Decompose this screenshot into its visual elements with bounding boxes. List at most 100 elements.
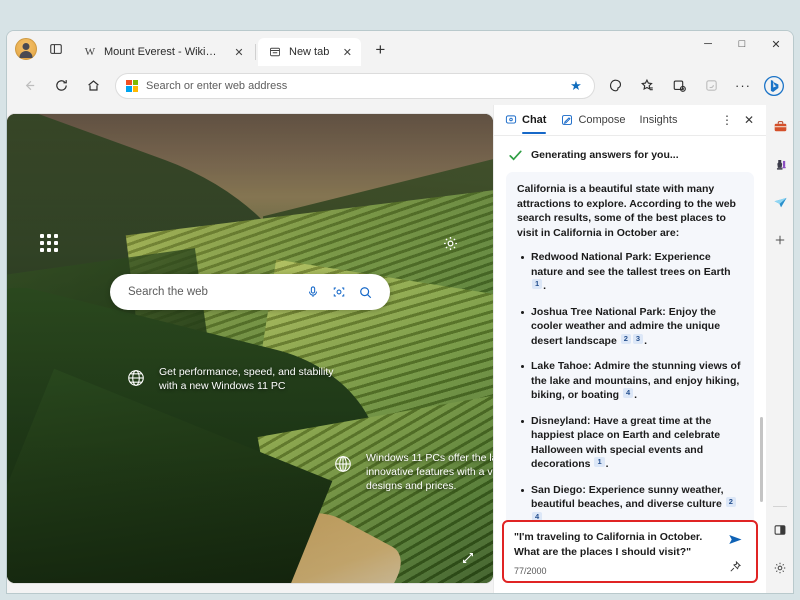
back-icon[interactable] xyxy=(15,72,43,100)
favorites-icon[interactable] xyxy=(633,72,661,100)
item-title: San Diego: xyxy=(531,483,586,496)
tab-insights[interactable]: Insights xyxy=(640,106,678,134)
tab-separator xyxy=(255,44,256,60)
send-icon[interactable] xyxy=(727,531,744,548)
browser-window: W Mount Everest - Wikipedia ✕ New tab ✕ … xyxy=(6,30,794,594)
address-bar[interactable]: Search or enter web address ★ xyxy=(115,72,595,99)
address-placeholder: Search or enter web address xyxy=(146,79,288,92)
microphone-icon[interactable] xyxy=(300,279,326,305)
search-icon[interactable] xyxy=(352,279,378,305)
chat-composer[interactable]: "I'm traveling to California in October.… xyxy=(502,520,758,583)
tab-new-tab[interactable]: New tab ✕ xyxy=(258,38,362,66)
citation-badge[interactable]: 3 xyxy=(632,333,644,344)
item-title: Lake Tahoe: xyxy=(531,360,592,372)
tab-chat[interactable]: Chat xyxy=(504,106,547,134)
tab-close-icon[interactable]: ✕ xyxy=(339,44,355,60)
outlook-paper-plane-icon[interactable] xyxy=(768,189,792,215)
globe-icon xyxy=(125,367,147,389)
item-title: Redwood National Park: xyxy=(531,251,652,263)
new-tab-button[interactable]: + xyxy=(367,37,393,63)
item-tail: . xyxy=(644,334,647,347)
home-icon[interactable] xyxy=(79,72,107,100)
globe-icon xyxy=(332,453,354,475)
close-button[interactable]: ✕ xyxy=(759,31,793,57)
navigation-bar: Search or enter web address ★ ··· xyxy=(7,66,793,105)
tab-title: New tab xyxy=(289,46,330,58)
add-sidebar-app-icon[interactable] xyxy=(768,227,792,253)
promo-card-2[interactable]: Windows 11 PCs offer the la innovative f… xyxy=(332,451,493,493)
list-item: Joshua Tree National Park: Enjoy the coo… xyxy=(521,305,743,349)
search-input-placeholder: Search the web xyxy=(128,286,208,298)
shopping-briefcase-icon[interactable] xyxy=(768,113,792,139)
wikipedia-glyph: W xyxy=(84,46,96,58)
content-area: Search the web Get performance, speed, a… xyxy=(7,105,793,593)
expand-icon[interactable] xyxy=(457,547,479,569)
new-tab-page-icon xyxy=(268,45,282,59)
tab-title: Mount Everest - Wikipedia xyxy=(104,46,221,58)
refresh-icon[interactable] xyxy=(47,72,75,100)
item-tail: . xyxy=(605,458,609,470)
profile-avatar[interactable] xyxy=(15,38,37,60)
chat-more-menu-icon[interactable]: ⋮ xyxy=(716,109,738,131)
list-item: Redwood National Park: Experience nature… xyxy=(521,250,743,294)
compose-pencil-icon xyxy=(560,114,573,127)
item-tail: . xyxy=(543,512,547,521)
generating-status: Generating answers for you... xyxy=(494,136,766,172)
tab-label: Insights xyxy=(639,114,678,126)
citation-badge[interactable]: 1 xyxy=(594,457,605,467)
bing-chat-panel: Chat Compose Insights ⋮ ✕ Generating ans… xyxy=(493,105,766,593)
promo-text: Windows 11 PCs offer the la innovative f… xyxy=(366,452,493,492)
chat-bubble-icon xyxy=(504,114,517,127)
sidebar-settings-gear-icon[interactable] xyxy=(768,555,792,581)
green-check-icon xyxy=(506,146,524,164)
citation-badge[interactable]: 2 xyxy=(620,333,631,344)
apps-grid-icon[interactable] xyxy=(38,232,60,254)
citation-badge[interactable]: 2 xyxy=(725,497,736,507)
visual-search-icon[interactable] xyxy=(326,279,352,305)
page-settings-gear-icon[interactable] xyxy=(439,232,461,254)
assistant-message: California is a beautiful state with man… xyxy=(506,172,754,520)
citation-badge[interactable]: 1 xyxy=(532,279,543,289)
minimize-button[interactable]: ─ xyxy=(691,31,725,57)
window-controls: ─ □ ✕ xyxy=(691,31,793,66)
microsoft-logo-icon xyxy=(126,79,138,92)
new-tab-page: Search the web Get performance, speed, a… xyxy=(7,114,493,583)
character-counter: 77/2000 xyxy=(514,566,547,576)
chat-close-icon[interactable]: ✕ xyxy=(738,109,760,131)
item-title: Disneyland: xyxy=(531,414,591,427)
tab-compose[interactable]: Compose xyxy=(560,106,626,134)
composer-input-value[interactable]: "I'm traveling to California in October.… xyxy=(514,530,720,559)
bing-chat-icon[interactable] xyxy=(761,73,787,99)
item-title: Joshua Tree National Park: xyxy=(531,305,666,318)
copilot-shape-icon[interactable] xyxy=(601,72,629,100)
tab-close-icon[interactable]: ✕ xyxy=(231,44,247,60)
games-chess-icon[interactable] xyxy=(768,151,792,177)
search-the-web-box[interactable]: Search the web xyxy=(110,274,390,310)
citation-badge[interactable]: 4 xyxy=(623,388,634,398)
pin-icon[interactable] xyxy=(728,560,742,574)
tab-mount-everest[interactable]: W Mount Everest - Wikipedia ✕ xyxy=(73,38,253,66)
promo-card-1[interactable]: Get performance, speed, and stability wi… xyxy=(125,365,355,393)
chat-scrollbar-thumb[interactable] xyxy=(760,417,763,502)
chat-panel-header: Chat Compose Insights ⋮ ✕ xyxy=(494,105,766,135)
split-screen-icon[interactable] xyxy=(768,517,792,543)
settings-and-more-icon[interactable]: ··· xyxy=(729,72,757,100)
list-item: Lake Tahoe: Admire the stunning views of… xyxy=(521,359,743,403)
browser-essentials-icon[interactable] xyxy=(697,72,725,100)
browser-screenshot: W Mount Everest - Wikipedia ✕ New tab ✕ … xyxy=(0,0,800,600)
maximize-button[interactable]: □ xyxy=(725,31,759,57)
tab-strip: W Mount Everest - Wikipedia ✕ New tab ✕ … xyxy=(7,31,793,66)
tab-label: Chat xyxy=(522,114,547,126)
status-text: Generating answers for you... xyxy=(531,149,679,161)
collections-icon[interactable] xyxy=(665,72,693,100)
tab-actions-button[interactable] xyxy=(43,36,69,62)
sidebar-divider xyxy=(773,506,787,507)
background-image-rice-terraces xyxy=(7,114,493,583)
chat-messages-scroll[interactable]: California is a beautiful state with man… xyxy=(494,172,766,520)
edge-sidebar xyxy=(766,105,793,593)
item-tail: . xyxy=(634,389,638,401)
list-item: Disneyland: Have a great time at the hap… xyxy=(521,414,743,472)
answer-intro: California is a beautiful state with man… xyxy=(517,183,736,239)
favorite-star-icon[interactable]: ★ xyxy=(564,75,588,96)
citation-badge[interactable]: 4 xyxy=(532,511,543,520)
